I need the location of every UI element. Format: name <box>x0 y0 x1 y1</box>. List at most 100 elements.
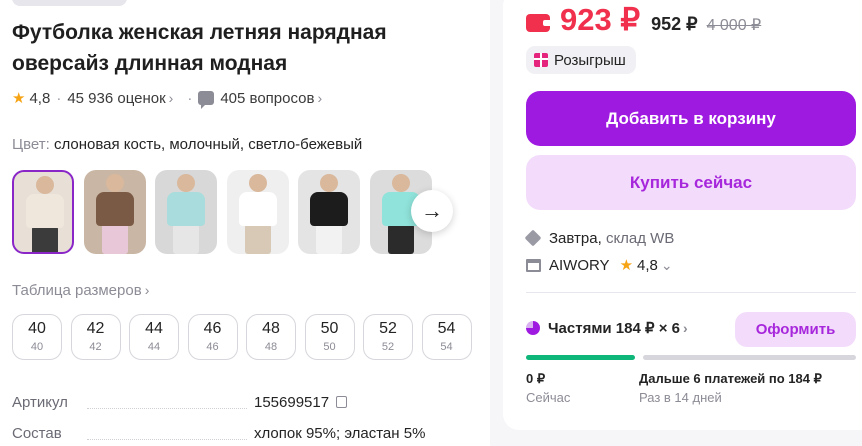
spec-value: 155699517 <box>254 394 348 411</box>
size-option[interactable]: 44 44 <box>129 314 179 360</box>
size-option[interactable]: 40 40 <box>12 314 62 360</box>
size-selector: 40 40 42 42 44 44 46 46 48 48 50 50 52 52 54 54 <box>12 314 480 360</box>
size-ru: 54 <box>440 341 453 353</box>
divider <box>526 292 856 293</box>
color-thumbnails <box>12 170 441 254</box>
shirt-shape <box>95 192 134 226</box>
store-icon <box>526 258 541 272</box>
spec-article: Артикул 155699517 <box>12 394 442 414</box>
color-thumbnail[interactable] <box>12 170 74 254</box>
spec-composition: Состав хлопок 95%; эластан 5% <box>12 425 442 445</box>
size-option[interactable]: 50 50 <box>304 314 355 360</box>
size-ru: 42 <box>89 341 102 353</box>
promo-label: Розыгрыш <box>554 51 626 69</box>
size-option[interactable]: 52 52 <box>363 314 413 360</box>
legs-shape <box>32 226 58 252</box>
spec-key: Состав <box>12 425 62 442</box>
box-icon <box>524 229 542 247</box>
color-thumbnail[interactable] <box>226 170 289 254</box>
shirt-shape <box>167 192 205 226</box>
chevron-down-icon: ⌄ <box>660 256 673 273</box>
delivery-row: Завтра, склад WB <box>524 228 675 248</box>
installment-row[interactable]: Частями 184 ₽ × 6 › <box>526 319 688 337</box>
questions-link[interactable]: 405 вопросов <box>220 90 314 107</box>
installment-label: Частями 184 ₽ × 6 <box>548 320 680 337</box>
rating-value: 4,8 <box>29 89 51 107</box>
top-badge <box>12 0 127 6</box>
progress-remaining <box>643 355 856 360</box>
size-option[interactable]: 54 54 <box>421 314 472 360</box>
seller-name[interactable]: AIWORY <box>549 257 610 274</box>
gift-icon <box>534 53 548 67</box>
legs-shape <box>316 224 342 254</box>
buy-panel: 923 ₽ 952 ₽ 4 000 ₽ Розыгрыш Добавить в … <box>503 0 862 430</box>
color-thumbnail[interactable] <box>155 170 217 254</box>
chevron-right-icon: › <box>144 282 150 298</box>
shirt-shape <box>310 192 348 226</box>
product-title: Футболка женская летняя нарядная оверсай… <box>12 17 452 79</box>
model-head <box>177 174 195 192</box>
installment-progress <box>526 355 856 360</box>
product-info-panel: Футболка женская летняя нарядная оверсай… <box>0 0 490 446</box>
buy-now-button[interactable]: Купить сейчас <box>526 155 856 210</box>
size-table-link[interactable]: Таблица размеров › <box>12 282 149 299</box>
pay-now-amount: 0 ₽ <box>526 371 546 386</box>
shirt-shape <box>238 192 277 226</box>
size-ru: 44 <box>147 341 161 353</box>
pie-icon <box>526 321 540 335</box>
size-value: 48 <box>262 320 280 337</box>
progress-paid <box>526 355 635 360</box>
color-thumbnail[interactable] <box>83 170 146 254</box>
size-option[interactable]: 46 46 <box>187 314 238 360</box>
size-value: 50 <box>320 320 339 337</box>
size-ru: 40 <box>30 341 44 353</box>
size-value: 54 <box>437 320 456 337</box>
size-option[interactable]: 42 42 <box>70 314 121 360</box>
reviews-link[interactable]: 45 936 оценок <box>67 90 165 107</box>
checkout-installment-button[interactable]: Оформить <box>735 312 856 347</box>
legs-shape <box>387 224 414 254</box>
pay-later-amount: Дальше 6 платежей по 184 ₽ <box>639 371 822 386</box>
pay-now: 0 ₽ Сейчас <box>526 370 570 406</box>
arrow-right-icon: → <box>421 198 443 223</box>
size-value: 52 <box>379 320 397 337</box>
product-title-line2: оверсайз длинная модная <box>12 52 288 75</box>
rating-row: ★ 4,8 · 45 936 оценок › · 405 вопросов › <box>12 88 323 109</box>
color-value: слоновая кость, молочный, светло-бежевый <box>53 136 363 153</box>
delivery-day: Завтра, <box>549 229 602 247</box>
next-thumbnails-button[interactable]: → <box>411 190 453 232</box>
star-icon: ★ <box>12 90 26 107</box>
chevron-right-icon: › <box>682 320 688 336</box>
spec-leader <box>87 408 247 409</box>
chevron-right-icon: › <box>168 90 174 106</box>
model-head <box>320 174 338 192</box>
separator-dot: · <box>56 89 62 107</box>
seller-rating: 4,8 <box>637 256 658 274</box>
price-no-discount: 952 ₽ <box>651 14 698 34</box>
separator-dot: · <box>187 89 193 107</box>
question-icon <box>198 91 215 109</box>
color-thumbnail[interactable] <box>298 170 360 254</box>
pay-later-label: Раз в 14 дней <box>639 390 722 405</box>
legs-shape <box>173 224 199 254</box>
spec-key: Артикул <box>12 394 68 411</box>
size-ru: 52 <box>381 341 395 353</box>
delivery-place: склад WB <box>605 229 675 247</box>
product-title-line1: Футболка женская летняя нарядная <box>12 21 387 44</box>
legs-shape <box>101 224 128 254</box>
model-head <box>105 174 124 192</box>
size-option[interactable]: 48 48 <box>246 314 296 360</box>
star-icon: ★ <box>619 257 634 274</box>
chevron-right-icon: › <box>317 90 323 106</box>
price-current: 923 ₽ <box>560 2 641 37</box>
add-to-cart-button[interactable]: Добавить в корзину <box>526 91 856 146</box>
size-value: 46 <box>203 320 222 337</box>
copy-icon[interactable] <box>336 396 348 408</box>
size-value: 42 <box>86 320 105 337</box>
promo-badge[interactable]: Розыгрыш <box>526 46 636 74</box>
model-head <box>248 174 267 192</box>
size-ru: 48 <box>264 341 278 353</box>
color-label: Цвет: <box>12 136 50 153</box>
seller-row[interactable]: AIWORY ★ 4,8 ⌄ <box>526 255 673 275</box>
article-number: 155699517 <box>254 394 330 411</box>
